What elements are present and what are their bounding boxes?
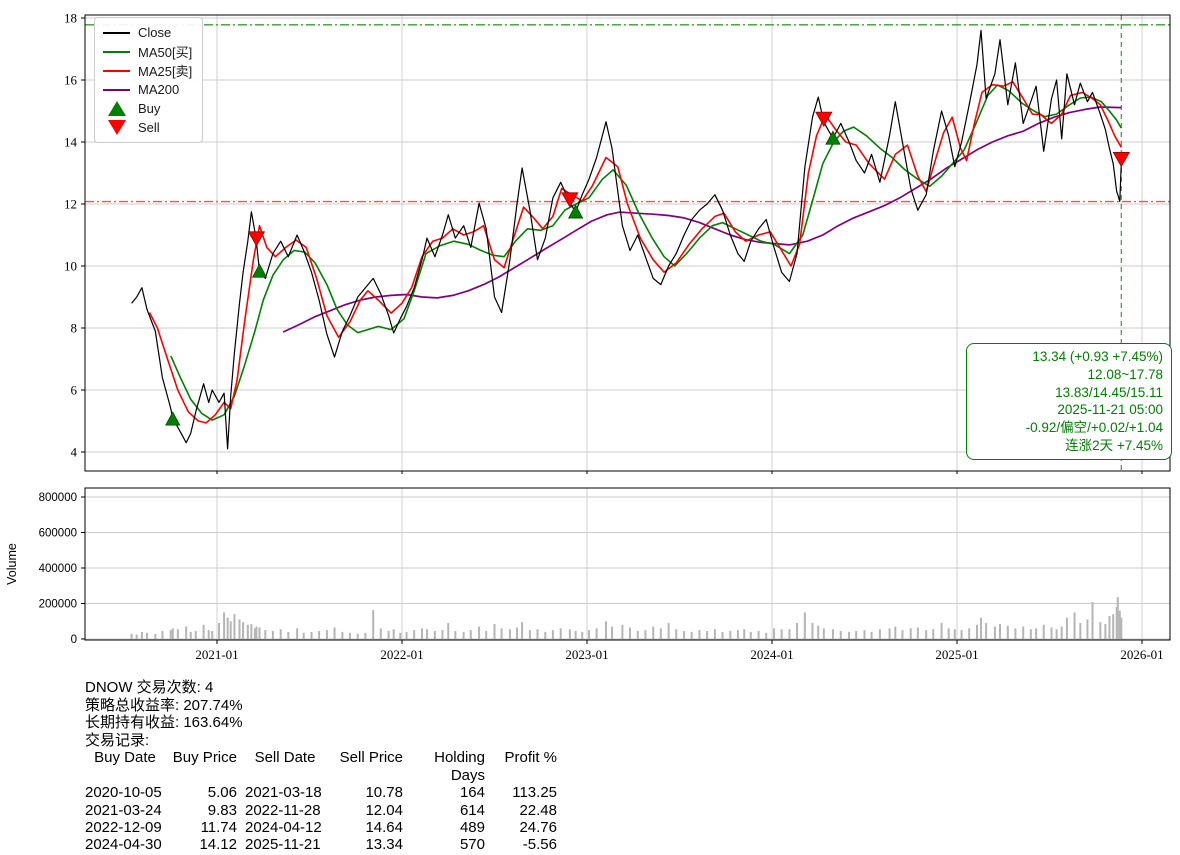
annotation-box: 13.34 (+0.93 +7.45%) 12.08~17.78 13.83/1… (966, 343, 1172, 460)
sell-marker (248, 232, 264, 246)
svg-text:2026-01: 2026-01 (1120, 647, 1163, 662)
svg-text:2022-01: 2022-01 (380, 647, 423, 662)
stock-strategy-figure: 4 6 8 10 12 14 16 18 0 200000 400000 600000 800000 20… (0, 0, 1180, 855)
legend: Close MA50[买] MA25[卖] MA200 Buy Sell (94, 17, 203, 143)
svg-text:8: 8 (71, 321, 78, 336)
svg-text:10: 10 (64, 259, 77, 274)
legend-label: MA50[买] (138, 42, 192, 61)
svg-text:16: 16 (64, 73, 78, 88)
svg-text:18: 18 (64, 11, 77, 26)
trades-cell: 2024-04-12 (237, 819, 325, 836)
legend-item-ma50: MA50[买] (103, 42, 192, 61)
svg-text:2024-01: 2024-01 (750, 647, 793, 662)
svg-text:2023-01: 2023-01 (565, 647, 608, 662)
annotation-streak: 连涨2天 +7.45% (975, 437, 1163, 455)
trades-cell: 2021-03-18 (237, 784, 325, 801)
trades-cell: 113.25 (485, 784, 557, 801)
trades-header-cell: Sell Price (325, 749, 403, 784)
svg-text:6: 6 (71, 383, 78, 398)
svg-text:12: 12 (64, 197, 77, 212)
svg-text:2025-01: 2025-01 (935, 647, 978, 662)
trades-cell: 570 (403, 836, 485, 853)
svg-text:2021-01: 2021-01 (195, 647, 238, 662)
legend-label: Buy (138, 101, 160, 116)
annotation-datetime: 2025-11-21 05:00 (975, 401, 1163, 419)
ma200-line (283, 107, 1121, 332)
trades-cell: -5.56 (485, 836, 557, 853)
svg-text:4: 4 (71, 445, 78, 460)
trades-cell: 12.04 (325, 802, 403, 819)
summary-block: DNOW 交易次数: 4 策略总收益率: 207.74% 长期持有收益: 163… (85, 679, 557, 854)
trades-cell: 2022-12-09 (85, 819, 165, 836)
close-line-swatch (103, 32, 130, 34)
svg-text:600000: 600000 (39, 528, 77, 540)
summary-strategy-return: 策略总收益率: 207.74% (85, 697, 557, 715)
annotation-bias: -0.92/偏空/+0.02/+1.04 (975, 419, 1163, 437)
legend-label: Close (138, 25, 171, 40)
svg-text:800000: 800000 (39, 492, 77, 504)
trades-header-cell: Buy Date (85, 749, 165, 784)
trades-cell: 9.83 (165, 802, 237, 819)
trades-cell: 22.48 (485, 802, 557, 819)
annotation-ma-values: 13.83/14.45/15.11 (975, 384, 1163, 402)
trades-cell: 614 (403, 802, 485, 819)
legend-item-sell: Sell (103, 118, 192, 137)
summary-trades-title: 交易记录: (85, 732, 557, 750)
gridlines (85, 15, 1170, 640)
legend-item-buy: Buy (103, 99, 192, 118)
trades-cell: 2020-10-05 (85, 784, 165, 801)
trades-cell: 10.78 (325, 784, 403, 801)
trades-cell: 164 (403, 784, 485, 801)
buy-marker (166, 412, 180, 425)
sell-marker (816, 112, 832, 126)
legend-item-close: Close (103, 23, 192, 42)
trades-cell: 5.06 (165, 784, 237, 801)
summary-trade-count: DNOW 交易次数: 4 (85, 679, 557, 697)
summary-buyhold-return: 长期持有收益: 163.64% (85, 714, 557, 732)
trades-header-cell: Buy Price (165, 749, 237, 784)
trades-cell: 13.34 (325, 836, 403, 853)
trades-cell: 2022-11-28 (237, 802, 325, 819)
annotation-last-price: 13.34 (+0.93 +7.45%) (975, 348, 1163, 366)
ma200-line-swatch (103, 89, 130, 91)
svg-text:0: 0 (71, 634, 77, 646)
ma50-line-swatch (103, 51, 130, 53)
svg-text:400000: 400000 (39, 563, 77, 575)
sell-marker (1113, 152, 1129, 166)
svg-text:200000: 200000 (39, 599, 77, 611)
legend-label: Sell (138, 120, 160, 135)
ma25-line-swatch (103, 70, 130, 72)
trades-cell: 489 (403, 819, 485, 836)
trades-header-cell: Holding Days (403, 749, 485, 784)
trades-header-cell: Sell Date (237, 749, 325, 784)
buy-triangle-icon (103, 101, 130, 116)
volume-axis-label: Volume (5, 543, 19, 585)
trades-cell: 2025-11-21 (237, 836, 325, 853)
trades-cell: 24.76 (485, 819, 557, 836)
legend-item-ma200: MA200 (103, 80, 192, 99)
trades-cell: 2021-03-24 (85, 802, 165, 819)
legend-label: MA25[卖] (138, 61, 192, 80)
legend-label: MA200 (138, 82, 179, 97)
trades-cell: 14.64 (325, 819, 403, 836)
svg-text:14: 14 (64, 135, 78, 150)
trades-cell: 14.12 (165, 836, 237, 853)
annotation-range: 12.08~17.78 (975, 366, 1163, 384)
trades-header-cell: Profit % (485, 749, 557, 784)
sell-triangle-icon (103, 120, 130, 135)
trades-table: Buy DateBuy PriceSell DateSell PriceHold… (85, 749, 557, 853)
trades-cell: 11.74 (165, 819, 237, 836)
trades-cell: 2024-04-30 (85, 836, 165, 853)
legend-item-ma25: MA25[卖] (103, 61, 192, 80)
